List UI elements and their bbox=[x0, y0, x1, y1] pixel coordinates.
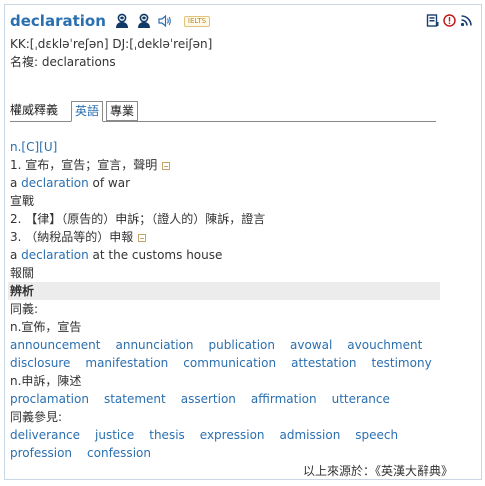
headword: declaration bbox=[10, 12, 106, 30]
synonym-link[interactable]: annunciation bbox=[115, 336, 193, 354]
see-also-row: profession confession bbox=[10, 444, 440, 462]
synonym-row: announcement annunciation publication av… bbox=[10, 336, 440, 354]
example-3-keyword[interactable]: declaration bbox=[21, 248, 89, 262]
see-also-link[interactable]: confession bbox=[87, 444, 151, 462]
see-also-link[interactable]: deliverance bbox=[10, 426, 80, 444]
synonym-link[interactable]: communication bbox=[183, 354, 276, 372]
synonym-link[interactable]: proclamation bbox=[10, 390, 89, 408]
source-credit: 以上來源於：《英漢大辭典》 bbox=[302, 464, 453, 478]
see-also-link[interactable]: admission bbox=[280, 426, 341, 444]
example-1-prefix: a bbox=[10, 176, 22, 190]
example-3: a declaration at the customs house bbox=[10, 246, 440, 264]
collapse-icon[interactable] bbox=[138, 234, 147, 242]
sense-2: 2. 【律】（原告的）申訴；（證人的）陳訴，證言 bbox=[10, 212, 266, 226]
speaker-us-icon[interactable] bbox=[114, 13, 130, 29]
synonym-row: proclamation statement assertion affirma… bbox=[10, 390, 440, 408]
see-also-link[interactable]: profession bbox=[10, 444, 72, 462]
rss-icon[interactable] bbox=[460, 14, 473, 27]
definition-content: n.[C][U] 1. 宣布，宣告；宣言，聲明 a declaration of… bbox=[8, 138, 440, 462]
tab-authority[interactable]: 權威釋義 bbox=[10, 101, 58, 120]
see-also-link[interactable]: speech bbox=[355, 426, 398, 444]
sense-1: 1. 宣布，宣告；宣言，聲明 bbox=[10, 156, 440, 174]
example-1-keyword[interactable]: declaration bbox=[21, 176, 89, 190]
sense-3-text: 3. （納稅品等的）申報 bbox=[10, 230, 134, 244]
see-also-link[interactable]: justice bbox=[95, 426, 134, 444]
synonym-link[interactable]: announcement bbox=[10, 336, 100, 354]
synonyms-label: 同義: bbox=[10, 302, 39, 316]
synonym-link[interactable]: assertion bbox=[181, 390, 236, 408]
example-1: a declaration of war bbox=[10, 174, 440, 192]
synonym-link[interactable]: utterance bbox=[332, 390, 390, 408]
synonym-row: disclosure manifestation communication a… bbox=[10, 354, 440, 372]
tab-professional[interactable]: 專業 bbox=[106, 101, 139, 121]
definition-tabs: 權威釋義 英語 專業 bbox=[10, 101, 436, 122]
example-3-translation: 報關 bbox=[10, 266, 35, 280]
synonym-link[interactable]: attestation bbox=[291, 354, 356, 372]
analysis-header: 辨析 bbox=[8, 282, 440, 300]
part-of-speech: n.[C][U] bbox=[10, 140, 58, 154]
tab-english[interactable]: 英語 bbox=[71, 101, 104, 122]
synonym-link[interactable]: manifestation bbox=[85, 354, 168, 372]
synonym-link[interactable]: affirmation bbox=[251, 390, 317, 408]
notebook-icon[interactable] bbox=[426, 14, 439, 27]
plural-form: 名複: declarations bbox=[10, 55, 116, 69]
sound-icon[interactable] bbox=[158, 14, 172, 28]
example-1-translation: 宣戰 bbox=[10, 194, 35, 208]
example-3-suffix: at the customs house bbox=[88, 248, 223, 262]
ielts-badge: IELTS bbox=[183, 15, 211, 27]
sense-1-text: 1. 宣布，宣告；宣言，聲明 bbox=[10, 158, 158, 172]
synonym-link[interactable]: disclosure bbox=[10, 354, 70, 372]
group-1-label: n.宣佈，宣告 bbox=[10, 320, 82, 334]
see-also-link[interactable]: expression bbox=[200, 426, 265, 444]
see-also-row: deliverance justice thesis expression ad… bbox=[10, 426, 440, 444]
collapse-icon[interactable] bbox=[162, 162, 171, 170]
exclamation-icon[interactable] bbox=[443, 14, 456, 27]
synonym-link[interactable]: publication bbox=[209, 336, 275, 354]
sense-3: 3. （納稅品等的）申報 bbox=[10, 228, 440, 246]
synonym-link[interactable]: avowal bbox=[290, 336, 332, 354]
synonym-link[interactable]: testimony bbox=[372, 354, 432, 372]
example-3-prefix: a bbox=[10, 248, 22, 262]
speaker-uk-icon[interactable] bbox=[136, 13, 152, 29]
see-also-label: 同義參見: bbox=[10, 410, 63, 424]
entry-header: declaration IELTS KK:[ˌdɛkləˈreʃən] DJ:[… bbox=[10, 10, 475, 71]
group-2-label: n.申訴，陳述 bbox=[10, 374, 82, 388]
see-also-link[interactable]: thesis bbox=[149, 426, 185, 444]
pronunciation: KK:[ˌdɛkləˈreʃən] DJ:[ˌdekləˈreiʃən] bbox=[10, 37, 213, 51]
synonym-link[interactable]: statement bbox=[104, 390, 166, 408]
synonym-link[interactable]: avouchment bbox=[347, 336, 422, 354]
example-1-suffix: of war bbox=[88, 176, 131, 190]
